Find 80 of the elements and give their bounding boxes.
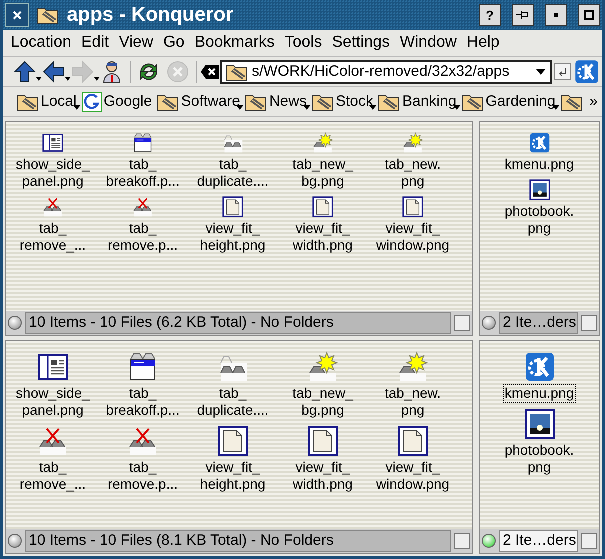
page-file-icon — [222, 196, 244, 218]
file-name[interactable]: view_fit_ height.png — [199, 458, 267, 492]
new-file-icon — [307, 350, 339, 382]
close-icon — [12, 10, 22, 20]
file-name[interactable]: show_side_ panel.png — [15, 156, 91, 190]
more-bookmarks-button[interactable]: » — [590, 93, 602, 110]
file-name[interactable]: tab_new_ bg.png — [292, 156, 354, 190]
link-checkbox[interactable] — [454, 314, 470, 330]
location-field[interactable]: s/WORK/HiColor-removed/32x32/apps — [220, 60, 552, 84]
new-file-icon — [402, 132, 424, 154]
photo-file-icon — [528, 179, 550, 201]
menu-item[interactable]: Help — [462, 34, 506, 52]
menu-item[interactable]: Location — [7, 34, 78, 52]
pin-icon — [516, 10, 530, 20]
new-file-icon — [397, 350, 429, 382]
dropdown-arrow-icon[interactable] — [536, 68, 546, 74]
menu-item[interactable]: Window — [396, 34, 463, 52]
back-arrow-icon[interactable] — [42, 60, 66, 84]
menu-item[interactable]: Bookmarks — [190, 34, 281, 52]
maximize-button[interactable] — [578, 4, 600, 26]
remove-file-icon — [132, 196, 154, 218]
status-text: 2 Ite…ders — [499, 530, 578, 552]
file-name[interactable]: tab_ duplicate.... — [196, 384, 270, 418]
file-name[interactable]: kmenu.png — [504, 384, 576, 402]
file-name[interactable]: tab_ remove_... — [18, 458, 88, 492]
file-name[interactable]: show_side_ panel.png — [15, 384, 91, 418]
kde-file-icon — [524, 350, 556, 382]
file-name[interactable]: tab_ breakoff.p... — [105, 384, 181, 418]
breakoff-file-icon — [132, 132, 154, 154]
page-file-icon — [397, 424, 429, 456]
go-icon[interactable] — [553, 62, 573, 82]
minimize-icon — [554, 13, 558, 17]
up-arrow-icon[interactable] — [13, 60, 37, 84]
minimize-button[interactable] — [545, 4, 567, 26]
menu-item[interactable]: Go — [159, 34, 191, 52]
help-button[interactable]: ? — [479, 4, 501, 26]
kde-file-icon — [576, 60, 598, 83]
file-name[interactable]: view_fit_ width.png — [292, 220, 354, 254]
kde-logo-icon[interactable] — [574, 58, 600, 84]
file-name[interactable]: tab_new. png — [384, 156, 442, 190]
file-name[interactable]: tab_ remove.p... — [106, 458, 180, 492]
panel-file-icon — [42, 132, 64, 154]
file-name[interactable]: tab_ remove_... — [18, 220, 88, 254]
bookmark-item[interactable]: Google — [82, 92, 156, 112]
window-title: apps - Konqueror — [67, 4, 235, 26]
file-name[interactable]: view_fit_ window.png — [375, 220, 451, 254]
file-name[interactable]: view_fit_ width.png — [292, 458, 354, 492]
pin-button[interactable] — [512, 4, 534, 26]
menu-item[interactable]: View — [115, 34, 160, 52]
file-name[interactable]: tab_ breakoff.p... — [105, 156, 181, 190]
status-text: 10 Items - 10 Files (6.2 KB Total) - No Folders — [25, 312, 451, 334]
page-file-icon — [312, 196, 334, 218]
file-name[interactable]: kmenu.png — [504, 156, 576, 173]
kde-file-icon — [528, 132, 550, 154]
file-name[interactable]: tab_ remove.p... — [106, 220, 180, 254]
status-text: 10 Items - 10 Files (8.1 KB Total) - No Folders — [25, 530, 451, 552]
maximize-icon — [584, 10, 594, 20]
file-name[interactable]: view_fit_ height.png — [199, 220, 267, 254]
menu-item[interactable]: Settings — [328, 34, 396, 52]
file-name[interactable]: photobook. png — [504, 442, 576, 476]
clear-location-icon[interactable] — [201, 64, 219, 78]
photo-file-icon — [524, 408, 556, 440]
new-file-icon — [312, 132, 334, 154]
menu-item[interactable]: Tools — [280, 34, 328, 52]
status-text: 2 Ite…ders — [499, 312, 578, 334]
file-name[interactable]: tab_new. png — [384, 384, 442, 418]
menu-item[interactable]: Edit — [78, 34, 116, 52]
file-name[interactable]: tab_ duplicate.... — [196, 156, 270, 190]
close-button[interactable] — [5, 3, 29, 27]
page-file-icon — [402, 196, 424, 218]
link-checkbox[interactable] — [454, 533, 470, 549]
google-icon — [82, 92, 102, 112]
link-checkbox[interactable] — [581, 314, 597, 330]
remove-file-icon — [42, 196, 64, 218]
file-name[interactable]: tab_new_ bg.png — [292, 384, 354, 418]
link-checkbox[interactable] — [581, 533, 597, 549]
file-name[interactable]: view_fit_ window.png — [375, 458, 451, 492]
file-name[interactable]: photobook. png — [504, 203, 576, 237]
page-file-icon — [217, 424, 249, 456]
page-file-icon — [307, 424, 339, 456]
